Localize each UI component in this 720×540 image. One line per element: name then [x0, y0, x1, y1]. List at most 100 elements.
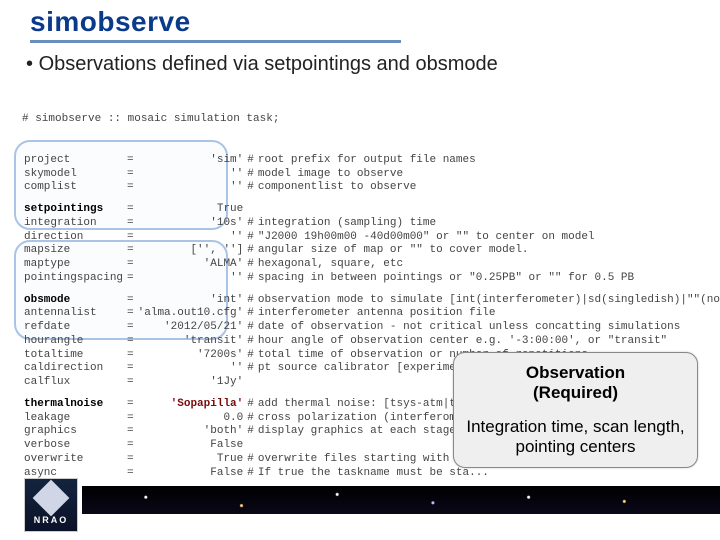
equals: =: [125, 258, 136, 272]
param-comment: componentlist to observe: [256, 181, 720, 195]
param-key: skymodel: [22, 168, 125, 182]
callout-body: Integration time, scan length, pointing …: [466, 417, 685, 457]
equals: =: [125, 168, 136, 182]
logo-diamond-icon: [33, 480, 70, 517]
hash: #: [245, 217, 256, 231]
param-comment: integration (sampling) time: [256, 217, 720, 231]
param-value: ['', '']: [136, 244, 246, 258]
param-key: setpointings: [22, 203, 125, 217]
param-row: project='sim'#root prefix for output fil…: [22, 154, 720, 168]
param-value: '': [136, 362, 246, 376]
param-value: 'sim': [136, 154, 246, 168]
param-comment: model image to observe: [256, 168, 720, 182]
equals: =: [125, 307, 136, 321]
hash: [245, 376, 256, 390]
param-value: 'transit': [136, 335, 246, 349]
param-row: skymodel=''#model image to observe: [22, 168, 720, 182]
hash: #: [245, 467, 256, 481]
param-key: refdate: [22, 321, 125, 335]
hash: #: [245, 335, 256, 349]
hash: #: [245, 272, 256, 286]
param-comment: hexagonal, square, etc: [256, 258, 720, 272]
hash: #: [245, 244, 256, 258]
param-value: 'ALMA': [136, 258, 246, 272]
param-key: antennalist: [22, 307, 125, 321]
equals: =: [125, 398, 136, 412]
param-comment: hour angle of observation center e.g. '-…: [256, 335, 720, 349]
equals: =: [125, 362, 136, 376]
page-title: simobserve: [30, 6, 401, 43]
equals: =: [125, 412, 136, 426]
param-value: True: [136, 453, 246, 467]
param-key: integration: [22, 217, 125, 231]
param-comment: angular size of map or "" to cover model…: [256, 244, 720, 258]
equals: =: [125, 425, 136, 439]
callout-title: Observation(Required): [466, 363, 685, 403]
callout-observation: Observation(Required) Integration time, …: [453, 352, 698, 468]
header-comment: # simobserve :: mosaic simulation task;: [22, 113, 694, 127]
param-row: obsmode='int'#observation mode to simula…: [22, 294, 720, 308]
param-value: '': [136, 231, 246, 245]
param-comment: "J2000 19h00m00 -40d00m00" or "" to cent…: [256, 231, 720, 245]
hash: [245, 439, 256, 453]
hash: #: [245, 231, 256, 245]
param-row: refdate='2012/05/21'#date of observation…: [22, 321, 720, 335]
param-value: '': [136, 168, 246, 182]
param-row: integration='10s'#integration (sampling)…: [22, 217, 720, 231]
param-value: '7200s': [136, 349, 246, 363]
param-comment: observation mode to simulate [int(interf…: [256, 294, 720, 308]
param-value: '1Jy': [136, 376, 246, 390]
param-row: pointingspacing=''#spacing in between po…: [22, 272, 720, 286]
param-key: totaltime: [22, 349, 125, 363]
param-row: maptype='ALMA'#hexagonal, square, etc: [22, 258, 720, 272]
param-key: mapsize: [22, 244, 125, 258]
param-key: graphics: [22, 425, 125, 439]
param-row: mapsize=['', '']#angular size of map or …: [22, 244, 720, 258]
hash: [245, 203, 256, 217]
equals: =: [125, 467, 136, 481]
equals: =: [125, 376, 136, 390]
equals: =: [125, 294, 136, 308]
equals: =: [125, 154, 136, 168]
param-key: pointingspacing: [22, 272, 125, 286]
equals: =: [125, 439, 136, 453]
param-value: '': [136, 181, 246, 195]
param-row: setpointings=True: [22, 203, 720, 217]
equals: =: [125, 203, 136, 217]
banner-stars: [82, 486, 720, 514]
param-value: 'both': [136, 425, 246, 439]
param-value: '': [136, 272, 246, 286]
param-value: 'alma.out10.cfg': [136, 307, 246, 321]
param-key: overwrite: [22, 453, 125, 467]
hash: #: [245, 412, 256, 426]
param-key: maptype: [22, 258, 125, 272]
param-key: caldirection: [22, 362, 125, 376]
param-key: obsmode: [22, 294, 125, 308]
param-key: calflux: [22, 376, 125, 390]
hash: #: [245, 398, 256, 412]
hash: #: [245, 307, 256, 321]
param-row: complist=''#componentlist to observe: [22, 181, 720, 195]
param-value: 0.0: [136, 412, 246, 426]
hash: #: [245, 181, 256, 195]
equals: =: [125, 335, 136, 349]
param-comment: interferometer antenna position file: [256, 307, 720, 321]
equals: =: [125, 181, 136, 195]
param-value: True: [136, 203, 246, 217]
equals: =: [125, 349, 136, 363]
hash: #: [245, 453, 256, 467]
param-value: False: [136, 439, 246, 453]
hash: #: [245, 154, 256, 168]
hash: #: [245, 425, 256, 439]
equals: =: [125, 217, 136, 231]
param-key: verbose: [22, 439, 125, 453]
equals: =: [125, 244, 136, 258]
param-comment: date of observation - not critical unles…: [256, 321, 720, 335]
param-row: async=False#If true the taskname must be…: [22, 467, 720, 481]
param-key: direction: [22, 231, 125, 245]
param-key: thermalnoise: [22, 398, 125, 412]
param-comment: root prefix for output file names: [256, 154, 720, 168]
param-value: 'int': [136, 294, 246, 308]
hash: #: [245, 349, 256, 363]
hash: #: [245, 258, 256, 272]
